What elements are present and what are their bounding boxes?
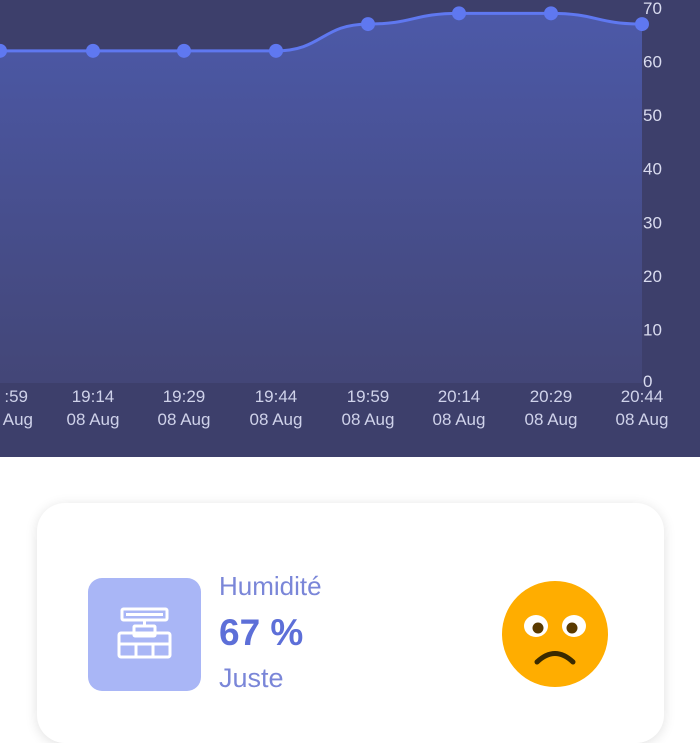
x-tick-time: 19:29 xyxy=(163,387,206,406)
x-tick-time: 19:14 xyxy=(72,387,115,406)
data-point[interactable] xyxy=(86,43,100,58)
data-point[interactable] xyxy=(452,6,466,21)
data-point[interactable] xyxy=(544,6,558,21)
humidity-chart: 010203040506070 :59Aug19:1408 Aug19:2908… xyxy=(0,0,669,429)
data-point[interactable] xyxy=(177,43,191,58)
data-point[interactable] xyxy=(269,43,283,58)
humidity-card[interactable]: Humidité 67 % Juste xyxy=(37,503,664,743)
y-tick-label: 60 xyxy=(643,53,662,72)
sensor-status: Juste xyxy=(219,663,284,693)
y-tick-label: 40 xyxy=(643,160,662,179)
area-fill xyxy=(0,13,642,383)
x-tick-time: 20:29 xyxy=(530,387,573,406)
data-point[interactable] xyxy=(361,17,375,32)
x-tick-time: 19:44 xyxy=(255,387,298,406)
x-tick-date: 08 Aug xyxy=(433,410,486,429)
sensor-label: Humidité xyxy=(219,571,322,601)
x-tick-date: 08 Aug xyxy=(67,410,120,429)
data-point[interactable] xyxy=(635,17,649,32)
x-tick-time: 20:14 xyxy=(438,387,481,406)
y-tick-label: 70 xyxy=(643,0,662,18)
x-tick-date: 08 Aug xyxy=(342,410,395,429)
y-tick-label: 50 xyxy=(643,106,662,125)
x-tick-date: 08 Aug xyxy=(616,410,669,429)
x-tick-time: 19:59 xyxy=(347,387,390,406)
x-tick-time: 20:44 xyxy=(621,387,664,406)
y-tick-label: 30 xyxy=(643,213,662,232)
y-tick-label: 10 xyxy=(643,320,662,339)
x-tick-date: 08 Aug xyxy=(158,410,211,429)
x-tick-date: 08 Aug xyxy=(525,410,578,429)
x-tick-date: Aug xyxy=(3,410,33,429)
humidifier-icon xyxy=(88,578,201,691)
y-tick-label: 20 xyxy=(643,267,662,286)
chart-panel: 0 10 20 30 40 50 60 70 :59 Aug 19:14 08 Aug 19:29 08… xyxy=(0,0,700,457)
x-tick-date: 08 Aug xyxy=(250,410,303,429)
sensor-value: 67 % xyxy=(219,612,304,653)
worried-face-icon xyxy=(500,579,610,694)
x-tick-time: :59 xyxy=(4,387,28,406)
